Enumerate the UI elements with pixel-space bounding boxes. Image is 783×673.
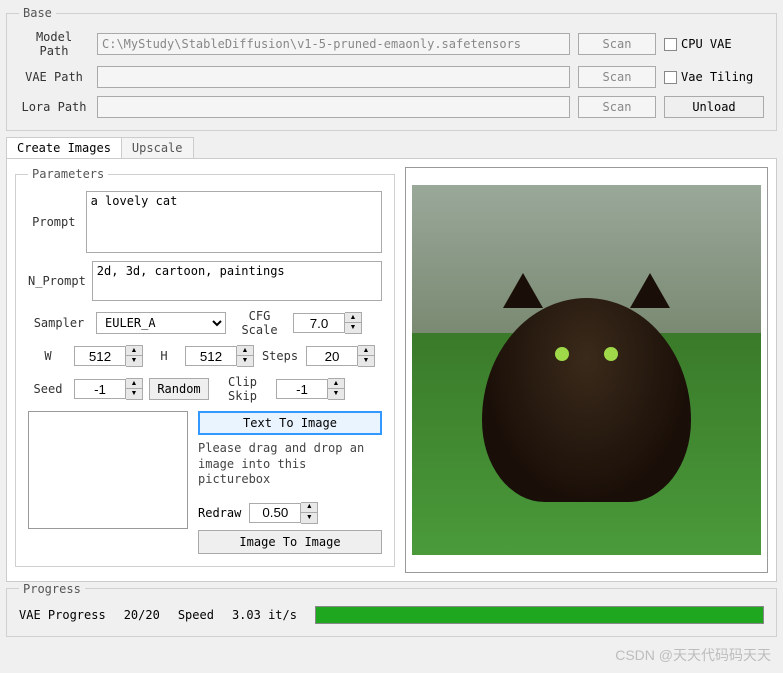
cfg-up-icon[interactable]: ▲: [345, 313, 361, 323]
w-up-icon[interactable]: ▲: [126, 346, 142, 356]
redraw-label: Redraw: [198, 506, 241, 520]
image-to-image-button[interactable]: Image To Image: [198, 530, 382, 554]
vae-tiling-label: Vae Tiling: [681, 70, 753, 84]
vae-progress-value: 20/20: [124, 608, 160, 622]
h-down-icon[interactable]: ▼: [237, 356, 253, 366]
clipskip-label: Clip Skip: [215, 375, 270, 403]
steps-stepper[interactable]: ▲▼: [306, 345, 375, 367]
sampler-select[interactable]: EULER_A: [96, 312, 226, 334]
text-to-image-button[interactable]: Text To Image: [198, 411, 382, 435]
cfg-down-icon[interactable]: ▼: [345, 323, 361, 333]
cfg-stepper[interactable]: ▲▼: [293, 312, 362, 334]
model-path-input[interactable]: [97, 33, 570, 55]
h-label: H: [149, 349, 179, 363]
progress-fill: [316, 607, 763, 623]
vae-progress-label: VAE Progress: [19, 608, 106, 622]
base-legend: Base: [19, 6, 56, 20]
nprompt-input[interactable]: 2d, 3d, cartoon, paintings: [92, 261, 382, 301]
progress-group: Progress VAE Progress 20/20 Speed 3.03 i…: [6, 582, 777, 637]
nprompt-label: N_Prompt: [28, 274, 86, 288]
cpu-vae-checkbox[interactable]: [664, 38, 677, 51]
image-dropbox[interactable]: [28, 411, 188, 529]
redraw-stepper[interactable]: ▲▼: [249, 502, 318, 524]
seed-label: Seed: [28, 382, 68, 396]
steps-up-icon[interactable]: ▲: [358, 346, 374, 356]
vae-tiling-checkbox[interactable]: [664, 71, 677, 84]
steps-down-icon[interactable]: ▼: [358, 356, 374, 366]
seed-stepper[interactable]: ▲▼: [74, 378, 143, 400]
steps-input[interactable]: [306, 346, 358, 366]
cfg-input[interactable]: [293, 313, 345, 333]
watermark-text: CSDN @天天代码码天天: [615, 645, 771, 665]
progress-bar: [315, 606, 764, 624]
vae-scan-button[interactable]: Scan: [578, 66, 656, 88]
cpu-vae-label: CPU VAE: [681, 37, 732, 51]
cfg-label: CFG Scale: [232, 309, 287, 337]
parameters-group: Parameters Prompt a lovely cat N_Prompt …: [15, 167, 395, 567]
lora-path-input[interactable]: [97, 96, 570, 118]
tab-create-images[interactable]: Create Images: [6, 137, 122, 158]
clipskip-down-icon[interactable]: ▼: [328, 389, 344, 399]
w-label: W: [28, 349, 68, 363]
steps-label: Steps: [260, 349, 300, 363]
clipskip-stepper[interactable]: ▲▼: [276, 378, 345, 400]
vae-path-label: VAE Path: [19, 70, 89, 84]
clipskip-input[interactable]: [276, 379, 328, 399]
tab-upscale[interactable]: Upscale: [121, 137, 194, 158]
w-down-icon[interactable]: ▼: [126, 356, 142, 366]
base-group: Base Model Path Scan CPU VAE VAE Path Sc…: [6, 6, 777, 131]
h-up-icon[interactable]: ▲: [237, 346, 253, 356]
speed-value: 3.03 it/s: [232, 608, 297, 622]
model-scan-button[interactable]: Scan: [578, 33, 656, 55]
unload-button[interactable]: Unload: [664, 96, 764, 118]
tab-panel: Parameters Prompt a lovely cat N_Prompt …: [6, 159, 777, 582]
speed-label: Speed: [178, 608, 214, 622]
w-stepper[interactable]: ▲▼: [74, 345, 143, 367]
h-input[interactable]: [185, 346, 237, 366]
lora-scan-button[interactable]: Scan: [578, 96, 656, 118]
prompt-input[interactable]: a lovely cat: [86, 191, 382, 253]
sampler-label: Sampler: [28, 316, 90, 330]
redraw-input[interactable]: [249, 503, 301, 523]
progress-legend: Progress: [19, 582, 85, 596]
generated-image: [412, 185, 761, 555]
prompt-label: Prompt: [28, 215, 80, 229]
h-stepper[interactable]: ▲▼: [185, 345, 254, 367]
random-button[interactable]: Random: [149, 378, 209, 400]
seed-down-icon[interactable]: ▼: [126, 389, 142, 399]
lora-path-label: Lora Path: [19, 100, 89, 114]
seed-up-icon[interactable]: ▲: [126, 379, 142, 389]
drag-instructions: Please drag and drop an image into this …: [198, 441, 382, 488]
clipskip-up-icon[interactable]: ▲: [328, 379, 344, 389]
w-input[interactable]: [74, 346, 126, 366]
tabs: Create Images Upscale: [6, 137, 777, 159]
parameters-legend: Parameters: [28, 167, 108, 181]
redraw-down-icon[interactable]: ▼: [301, 513, 317, 523]
vae-path-input[interactable]: [97, 66, 570, 88]
seed-input[interactable]: [74, 379, 126, 399]
model-path-label: Model Path: [19, 30, 89, 58]
output-image-panel: [405, 167, 768, 573]
redraw-up-icon[interactable]: ▲: [301, 503, 317, 513]
